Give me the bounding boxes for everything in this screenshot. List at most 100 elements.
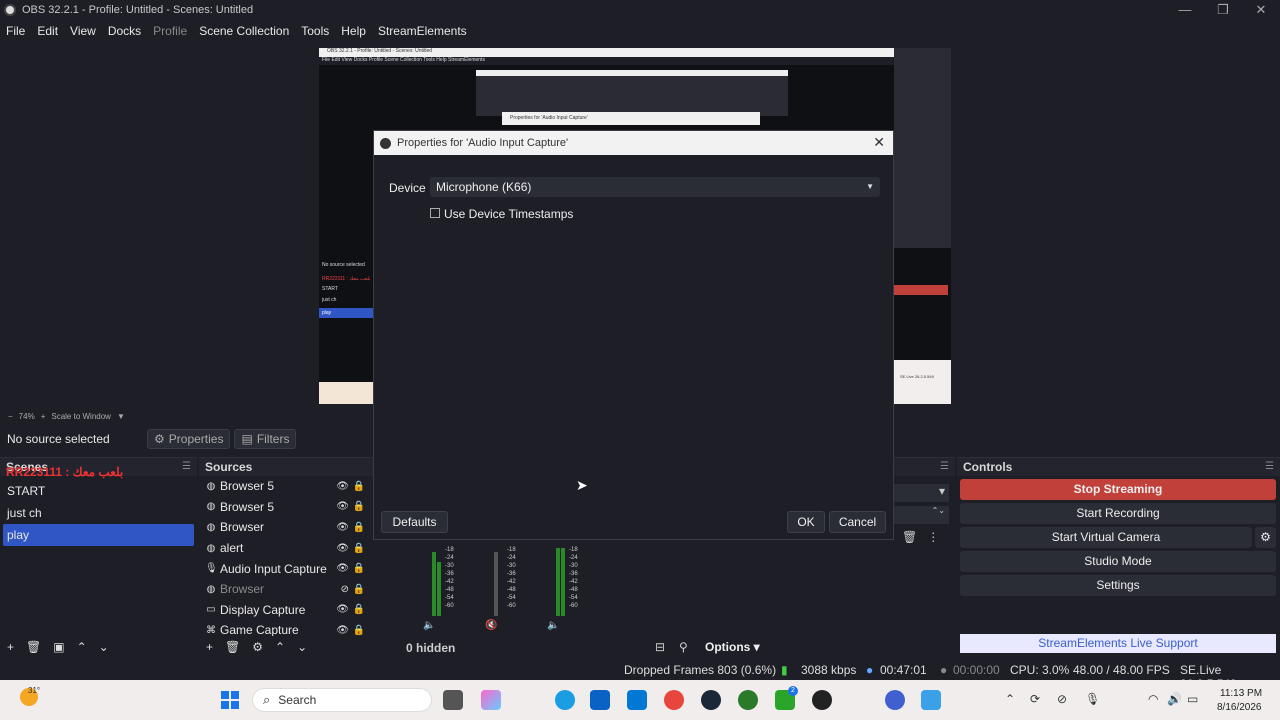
menu-tools[interactable]: Tools	[295, 24, 335, 38]
speaker-icon[interactable]: 🔈	[547, 620, 559, 631]
device-select[interactable]: Microphone (K66) ▼	[430, 177, 880, 197]
lock-icon[interactable]: 🔒	[353, 543, 365, 554]
move-up-icon[interactable]: ⌃	[77, 640, 87, 654]
start-virtual-camera-button[interactable]: Start Virtual Camera	[960, 527, 1252, 548]
lock-icon[interactable]: 🔒	[353, 522, 365, 533]
source-item[interactable]: 🎙 Audio Input Capture 👁 🔒	[199, 558, 373, 579]
dock-menu-icon[interactable]: ☰	[1265, 458, 1274, 476]
move-up-icon[interactable]: ⌃	[275, 640, 285, 654]
eye-icon[interactable]: 👁	[336, 563, 349, 574]
defaults-button[interactable]: Defaults	[381, 511, 448, 533]
mixer-layout-icon[interactable]: ⊟	[655, 640, 665, 654]
trash-icon[interactable]: 🗑	[225, 640, 240, 654]
gear-icon[interactable]: ⚙	[252, 640, 263, 654]
clock-date[interactable]: 8/16/2026	[1217, 702, 1262, 713]
menu-profile[interactable]: Profile	[147, 24, 193, 38]
start-recording-button[interactable]: Start Recording	[960, 503, 1276, 524]
edge-icon[interactable]	[555, 690, 575, 710]
app-icon[interactable]	[738, 690, 758, 710]
copilot-icon[interactable]	[481, 690, 501, 710]
eye-slash-icon[interactable]: ⊘	[341, 584, 349, 595]
wifi-icon[interactable]: ◠	[1148, 692, 1158, 706]
windows-start-icon[interactable]	[221, 691, 239, 709]
eye-icon[interactable]: 👁	[336, 543, 349, 554]
studio-mode-button[interactable]: Studio Mode	[960, 551, 1276, 572]
filters-button[interactable]: ▤ Filters	[234, 429, 297, 449]
tray-chevron-icon[interactable]: ⌃	[1005, 692, 1015, 706]
store-icon[interactable]	[590, 690, 610, 710]
source-item[interactable]: ◍ Browser ⊘ 🔒	[199, 579, 373, 600]
trash-icon[interactable]: 🗑	[26, 640, 41, 654]
taskbar-search[interactable]: ⌕ Search	[252, 688, 432, 712]
link-icon[interactable]: ⚲	[679, 640, 688, 654]
eye-icon[interactable]: 👁	[336, 522, 349, 533]
gear-icon[interactable]: ⚙	[1255, 527, 1276, 548]
cancel-button[interactable]: Cancel	[829, 511, 886, 533]
maximize-button[interactable]: ❐	[1204, 0, 1242, 20]
app-icon[interactable]	[885, 690, 905, 710]
file-explorer-icon[interactable]	[443, 690, 463, 710]
move-down-icon[interactable]: ⌄	[297, 640, 307, 654]
eye-icon[interactable]: 👁	[336, 625, 349, 636]
add-icon[interactable]: +	[7, 640, 14, 654]
ok-button[interactable]: OK	[787, 511, 825, 533]
source-item[interactable]: ◍ alert 👁 🔒	[199, 538, 373, 559]
source-item[interactable]: ◍ Browser 5 👁 🔒	[199, 476, 373, 497]
menu-file[interactable]: File	[0, 24, 31, 38]
zoom-out-button[interactable]: −	[8, 412, 13, 421]
obs-taskbar-icon[interactable]	[812, 690, 832, 710]
steam-icon[interactable]	[701, 690, 721, 710]
tray-icon[interactable]: ⟳	[1030, 692, 1040, 706]
menu-streamelements[interactable]: StreamElements	[372, 24, 473, 38]
lock-icon[interactable]: 🔒	[353, 584, 365, 595]
source-item[interactable]: ◍ Browser 👁 🔒	[199, 517, 373, 538]
lock-icon[interactable]: 🔒	[353, 563, 365, 574]
close-icon[interactable]: ✕	[873, 134, 885, 151]
lock-icon[interactable]: 🔒	[353, 625, 365, 636]
speaker-icon[interactable]: 🔈	[423, 620, 435, 631]
dock-menu-icon[interactable]: ☰	[940, 458, 949, 476]
timestamps-checkbox[interactable]	[430, 208, 440, 218]
chevron-down-icon[interactable]: ▼	[117, 412, 125, 421]
eye-icon[interactable]: 👁	[336, 604, 349, 615]
stop-streaming-button[interactable]: Stop Streaming	[960, 479, 1276, 500]
live-support-button[interactable]: StreamElements Live Support	[960, 634, 1276, 653]
zoom-in-button[interactable]: +	[41, 412, 46, 421]
eye-icon[interactable]: 👁	[336, 501, 349, 512]
add-icon[interactable]: +	[206, 640, 213, 654]
lock-icon[interactable]: 🔒	[353, 481, 365, 492]
options-button[interactable]: Options ▾	[705, 640, 760, 654]
source-item[interactable]: ▭ Display Capture 👁 🔒	[199, 600, 373, 621]
properties-button[interactable]: ⚙ Properties	[147, 429, 231, 449]
menu-edit[interactable]: Edit	[31, 24, 64, 38]
close-button[interactable]: ✕	[1242, 0, 1280, 20]
volume-icon[interactable]: 🔊	[1167, 692, 1182, 706]
trash-icon[interactable]: 🗑	[902, 530, 917, 544]
lock-icon[interactable]: 🔒	[353, 501, 365, 512]
lock-icon[interactable]: 🔒	[353, 604, 365, 615]
transition-select[interactable]: ▾	[893, 484, 949, 502]
scene-item-selected[interactable]: play	[3, 524, 194, 546]
filter-icon[interactable]: ▣	[53, 640, 64, 654]
more-icon[interactable]: ⋮	[927, 530, 939, 544]
move-down-icon[interactable]: ⌄	[99, 640, 109, 654]
eye-icon[interactable]: 👁	[336, 481, 349, 492]
dock-menu-icon[interactable]: ☰	[182, 458, 191, 476]
scene-item[interactable]: START	[0, 480, 197, 502]
scale-mode-select[interactable]: Scale to Window	[51, 412, 111, 421]
source-item[interactable]: ◍ Browser 5 👁 🔒	[199, 497, 373, 518]
minimize-button[interactable]: —	[1166, 0, 1204, 20]
muted-speaker-icon[interactable]: 🔇	[485, 620, 497, 631]
battery-icon[interactable]: ▭	[1187, 692, 1198, 706]
duration-spinbox[interactable]: ⌃⌄	[893, 506, 949, 524]
microphone-icon[interactable]: 🎙	[1085, 692, 1100, 706]
app-icon[interactable]	[921, 690, 941, 710]
chrome-icon[interactable]	[664, 690, 684, 710]
source-item[interactable]: ⌘ Game Capture 👁 🔒	[199, 620, 373, 636]
menu-docks[interactable]: Docks	[102, 24, 147, 38]
menu-help[interactable]: Help	[335, 24, 372, 38]
outlook-icon[interactable]	[627, 690, 647, 710]
tray-icon[interactable]: ⊘	[1057, 692, 1067, 706]
scene-item[interactable]: just ch	[0, 502, 197, 524]
settings-button[interactable]: Settings	[960, 575, 1276, 596]
